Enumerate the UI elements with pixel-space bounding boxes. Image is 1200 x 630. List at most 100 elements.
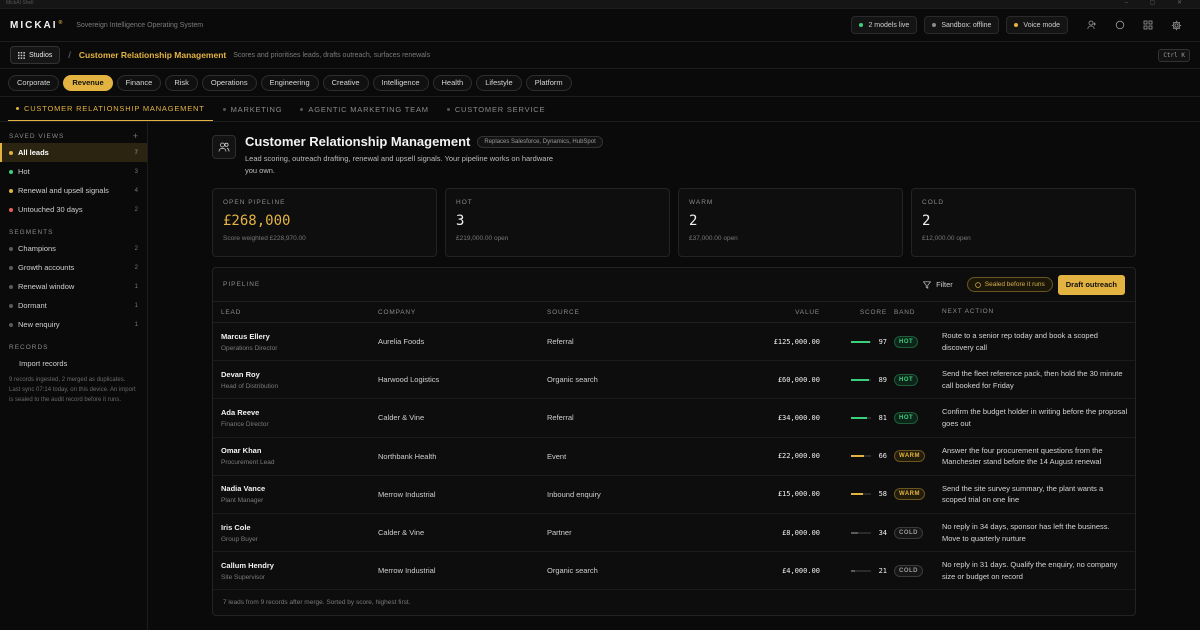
lead-role: Head of Distribution [221, 382, 279, 390]
models-live-pill[interactable]: 2 models live [851, 16, 918, 34]
stat-cards: OPEN PIPELINE £268,000 Score weighted £2… [212, 188, 1136, 257]
filter-icon [923, 280, 932, 289]
gear-icon[interactable] [1162, 20, 1190, 31]
category-platform[interactable]: Platform [525, 74, 572, 91]
circle-icon[interactable] [1106, 20, 1134, 31]
lead-name: Nadia Vance [221, 484, 266, 494]
table-row[interactable]: Iris Cole Group Buyer Calder & Vine Partner… [213, 514, 1135, 553]
status-dot-icon [9, 169, 13, 174]
window-titlebar: MickAI Shell – ▢ ✕ [0, 0, 1200, 9]
lead-role: Finance Director [221, 420, 269, 428]
status-dot-icon [9, 284, 13, 289]
tab-marketing[interactable]: MARKETING [215, 97, 291, 121]
next-action-cell: Confirm the budget holder in writing bef… [942, 407, 1128, 428]
saved-view-all-leads[interactable]: All leads 7 [0, 143, 147, 162]
table-row[interactable]: Callum Hendry Site Supervisor Merrow Indus… [213, 552, 1135, 591]
score-bar [851, 569, 871, 572]
category-revenue[interactable]: Revenue [63, 74, 113, 91]
saved-view-renewal-upsell[interactable]: Renewal and upsell signals 4 [0, 181, 147, 200]
saved-view-untouched[interactable]: Untouched 30 days 2 [0, 200, 147, 219]
value-cell: £4,000.00 [782, 566, 820, 575]
studios-button[interactable]: Studios [10, 46, 61, 64]
sealed-badge: Sealed before it runs [966, 277, 1053, 292]
replaces-badge: Replaces Salesforce, Dynamics, HubSpot [477, 135, 603, 148]
source-cell: Partner [547, 528, 572, 538]
source-cell: Referral [547, 337, 574, 347]
command-shortcut[interactable]: Ctrl K [1158, 48, 1190, 62]
lead-name: Iris Cole [221, 522, 251, 532]
user-icon[interactable] [1078, 20, 1106, 31]
score-cell: 34 [830, 529, 894, 537]
value-cell: £15,000.00 [777, 490, 820, 499]
score-bar [851, 531, 871, 534]
lead-cell: Nadia Vance Plant Manager [213, 484, 378, 504]
breadcrumb-description: Scores and prioritises leads, drafts out… [233, 51, 431, 59]
table-row[interactable]: Marcus Ellery Operations Director Aurelia … [213, 323, 1135, 362]
company-cell: Harwood Logistics [378, 375, 440, 385]
window-title: MickAI Shell [6, 0, 34, 6]
score-value: 34 [878, 528, 887, 537]
category-corporate[interactable]: Corporate [8, 74, 60, 91]
table-row[interactable]: Ada Reeve Finance Director Calder & Vine Re… [213, 399, 1135, 438]
draft-outreach-button[interactable]: Draft outreach [1057, 274, 1125, 295]
category-intelligence[interactable]: Intelligence [372, 74, 429, 91]
band-badge: HOT [894, 411, 919, 424]
sandbox-status-pill[interactable]: Sandbox: offline [924, 16, 1000, 34]
tab-agentic-marketing-team[interactable]: AGENTIC MARKETING TEAM [292, 97, 436, 121]
next-action-cell: Answer the four procurement questions fr… [942, 445, 1103, 467]
source-cell: Organic search [547, 566, 598, 576]
category-risk[interactable]: Risk [165, 74, 198, 91]
stat-open-pipeline: OPEN PIPELINE £268,000 Score weighted £2… [212, 188, 437, 257]
grid-icon[interactable] [1134, 20, 1162, 31]
value-cell: £125,000.00 [773, 337, 820, 346]
lead-cell: Callum Hendry Site Supervisor [213, 561, 378, 581]
next-action-cell: No reply in 31 days. Qualify the enquiry… [942, 560, 1118, 581]
table-row[interactable]: Devan Roy Head of Distribution Harwood Log… [213, 361, 1135, 400]
segment-growth-accounts[interactable]: Growth accounts 2 [0, 258, 147, 277]
source-cell: Organic search [547, 375, 598, 385]
page-description: Lead scoring, outreach drafting, renewal… [245, 154, 554, 175]
segment-new-enquiry[interactable]: New enquiry 1 [0, 315, 147, 334]
score-bar [851, 455, 871, 458]
users-icon [212, 135, 236, 159]
table-header: LEAD COMPANY SOURCE VALUE SCORE BAND NEX… [213, 302, 1135, 323]
tab-crm[interactable]: CUSTOMER RELATIONSHIP MANAGEMENT [8, 97, 213, 121]
score-cell: 97 [830, 338, 894, 346]
category-lifestyle[interactable]: Lifestyle [476, 74, 522, 91]
window-controls[interactable]: – ▢ ✕ [1125, 0, 1192, 6]
saved-view-hot[interactable]: Hot 3 [0, 162, 147, 181]
score-value: 97 [878, 337, 887, 346]
lead-role: Group Buyer [221, 535, 258, 543]
table-row[interactable]: Nadia Vance Plant Manager Merrow Industria… [213, 476, 1135, 514]
main-content: Customer Relationship Management Replaces… [148, 122, 1200, 630]
category-creative[interactable]: Creative [322, 74, 369, 91]
lead-role: Procurement Lead [221, 459, 275, 467]
table-row[interactable]: Omar Khan Procurement Lead Northbank Healt… [213, 438, 1135, 476]
tab-customer-service[interactable]: CUSTOMER SERVICE [439, 97, 553, 121]
segment-dormant[interactable]: Dormant 1 [0, 296, 147, 315]
breadcrumb-separator: / [68, 50, 71, 60]
band-cell: WARM [894, 488, 942, 501]
category-finance[interactable]: Finance [116, 74, 162, 91]
filter-button[interactable]: Filter [923, 280, 953, 289]
segment-renewal-window[interactable]: Renewal window 1 [0, 277, 147, 296]
import-records-button[interactable]: Import records [0, 354, 147, 373]
status-dot-icon [9, 188, 13, 193]
segment-champions[interactable]: Champions 2 [0, 239, 147, 258]
score-bar [851, 378, 871, 381]
category-engineering[interactable]: Engineering [260, 74, 319, 91]
voice-mode-pill[interactable]: Voice mode [1006, 16, 1068, 34]
category-health[interactable]: Health [432, 74, 473, 91]
saved-views-header: SAVED VIEWS + [9, 131, 138, 141]
score-bar [851, 340, 871, 343]
stat-value: 2 [922, 213, 931, 229]
score-cell: 66 [830, 452, 894, 460]
stat-value: £268,000 [223, 213, 291, 229]
stat-value: 3 [456, 213, 465, 229]
band-badge: HOT [894, 335, 919, 348]
add-view-icon[interactable]: + [133, 131, 138, 141]
company-cell: Merrow Industrial [378, 566, 436, 576]
band-cell: WARM [894, 450, 942, 463]
lead-cell: Iris Cole Group Buyer [213, 523, 378, 543]
category-operations[interactable]: Operations [201, 74, 257, 91]
